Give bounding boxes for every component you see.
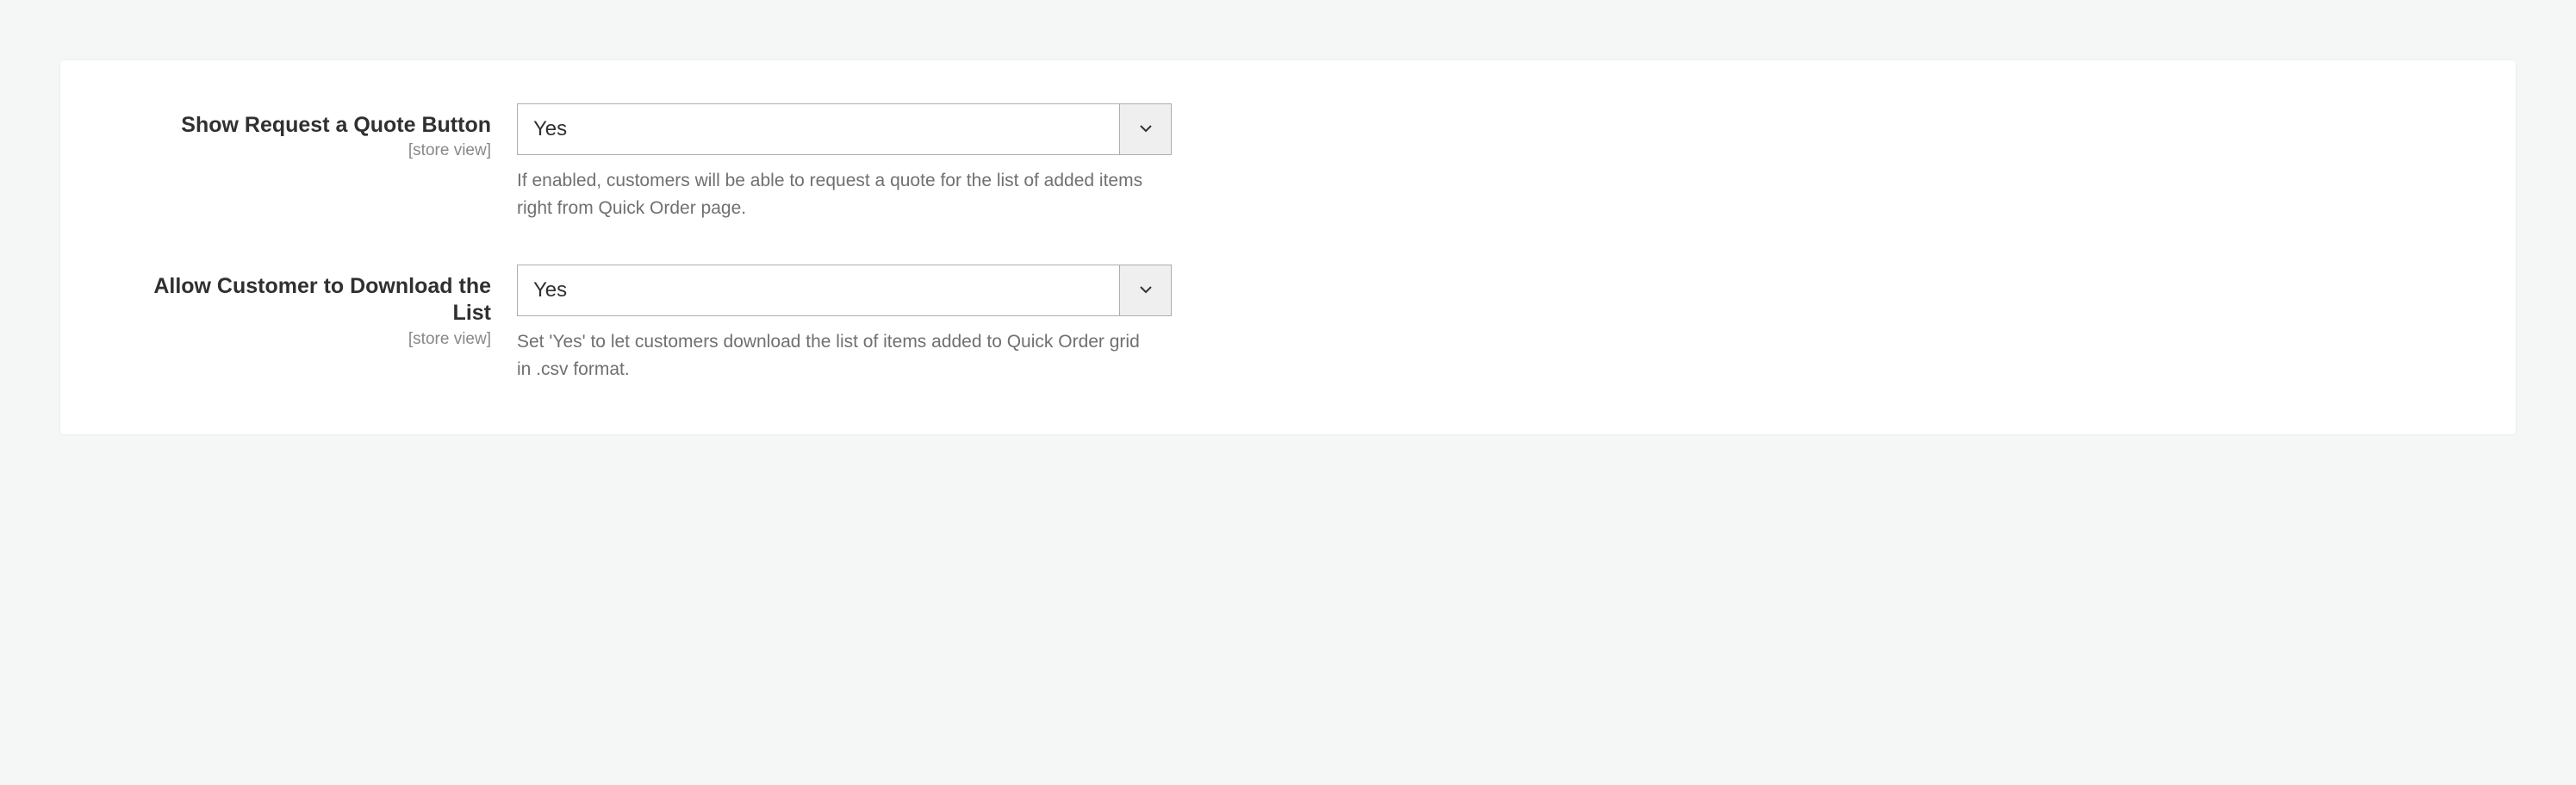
dropdown-toggle[interactable] — [1119, 265, 1171, 315]
config-panel: Show Request a Quote Button [store view]… — [60, 60, 2516, 434]
field-label-col: Show Request a Quote Button [store view] — [112, 103, 517, 162]
field-value-col: Yes If enabled, customers will be able t… — [517, 103, 1172, 221]
field-label-col: Allow Customer to Download the List [sto… — [112, 265, 517, 350]
field-label: Allow Customer to Download the List — [112, 273, 491, 327]
config-page: Show Request a Quote Button [store view]… — [0, 0, 2576, 495]
chevron-down-icon — [1140, 283, 1152, 298]
field-scope: [store view] — [112, 329, 491, 351]
field-label: Show Request a Quote Button — [112, 112, 491, 139]
allow-download-list-select[interactable]: Yes — [517, 265, 1172, 316]
show-request-quote-select[interactable]: Yes — [517, 103, 1172, 155]
field-value-col: Yes Set 'Yes' to let customers download … — [517, 265, 1172, 383]
field-help: Set 'Yes' to let customers download the … — [517, 328, 1154, 383]
dropdown-toggle[interactable] — [1119, 104, 1171, 154]
select-value: Yes — [518, 104, 1119, 154]
select-value: Yes — [518, 265, 1119, 315]
field-show-request-quote: Show Request a Quote Button [store view]… — [112, 103, 2464, 221]
field-allow-download-list: Allow Customer to Download the List [sto… — [112, 265, 2464, 383]
field-help: If enabled, customers will be able to re… — [517, 167, 1154, 221]
field-scope: [store view] — [112, 140, 491, 162]
chevron-down-icon — [1140, 121, 1152, 137]
